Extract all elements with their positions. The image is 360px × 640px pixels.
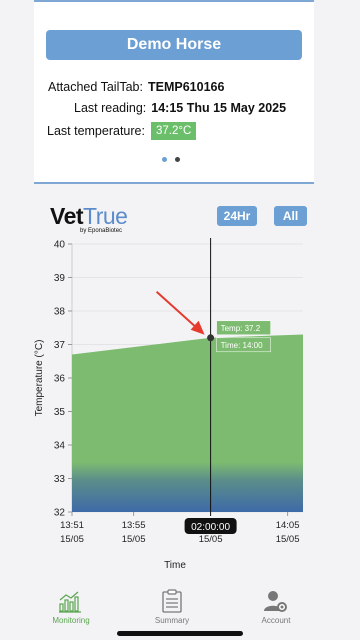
page-dot[interactable] [175,157,180,162]
y-tick-label: 40 [54,240,66,251]
horse-info-card: Demo Horse Attached TailTab: TEMP610166 … [34,0,314,184]
nav-monitoring[interactable]: Monitoring [36,580,106,625]
highlight-point[interactable] [207,334,215,342]
nav-summary[interactable]: Summary [137,580,207,625]
y-axis-ticks: 32 33 34 35 36 37 38 39 40 [54,240,72,519]
temperature-badge: 37.2°C [150,122,197,140]
nav-account[interactable]: Account [241,580,311,625]
pointer-arrow [155,291,205,335]
x-tick-date: 15/05 [60,534,84,545]
horse-name-button[interactable]: Demo Horse [46,30,302,60]
y-tick-label: 38 [54,307,66,318]
tailtab-label: Attached TailTab: [48,80,143,94]
x-axis-ticks: 13:51 15/05 13:55 15/05 14:05 15/05 [60,512,299,545]
cursor-date-label: 15/05 [199,534,223,545]
page-indicator[interactable] [162,157,180,162]
cursor-time-text: 02:00:00 [191,522,230,533]
clipboard-icon [162,589,182,613]
chart-icon [59,591,81,613]
temperature-chart[interactable]: 323334353637383940 13:5115/0513:5515/051… [0,190,360,580]
nav-monitoring-label: Monitoring [52,616,90,625]
y-tick-label: 39 [54,273,66,284]
y-tick-label: 32 [54,508,66,519]
nav-account-label: Account [261,616,291,625]
last-temperature-row: Last temperature: 37.2°C [47,122,197,140]
tailtab-row: Attached TailTab: TEMP610166 [48,80,224,94]
last-reading-label: Last reading: [74,101,147,115]
last-reading-value: 14:15 Thu 15 May 2025 [151,101,287,115]
x-tick-label: 13:51 [60,520,84,531]
cursor-time-label: 02:00:00 [184,518,237,534]
nav-summary-label: Summary [154,616,190,625]
page-dot-active[interactable] [162,157,167,162]
temperature-area [72,334,303,512]
last-reading-row: Last reading: 14:15 Thu 15 May 2025 [74,101,286,115]
tooltip-temp: Temp: 37.2 [221,324,261,333]
y-tick-label: 36 [54,374,66,385]
x-tick-date: 15/05 [276,534,300,545]
y-tick-label: 35 [54,407,66,418]
y-axis-label: Temperature (°C) [34,340,45,417]
x-tick-label: 14:05 [276,520,300,531]
user-gear-icon [264,591,287,612]
x-axis-label: Time [164,560,186,571]
last-temperature-label: Last temperature: [47,124,145,138]
home-indicator [117,631,243,636]
tailtab-value: TEMP610166 [147,80,225,94]
x-tick-date: 15/05 [122,534,146,545]
tooltip-time: Time: 14:00 [221,341,263,350]
y-tick-label: 34 [54,441,66,452]
x-tick-label: 13:55 [122,520,146,531]
y-tick-label: 33 [54,474,66,485]
y-tick-label: 37 [54,340,66,351]
